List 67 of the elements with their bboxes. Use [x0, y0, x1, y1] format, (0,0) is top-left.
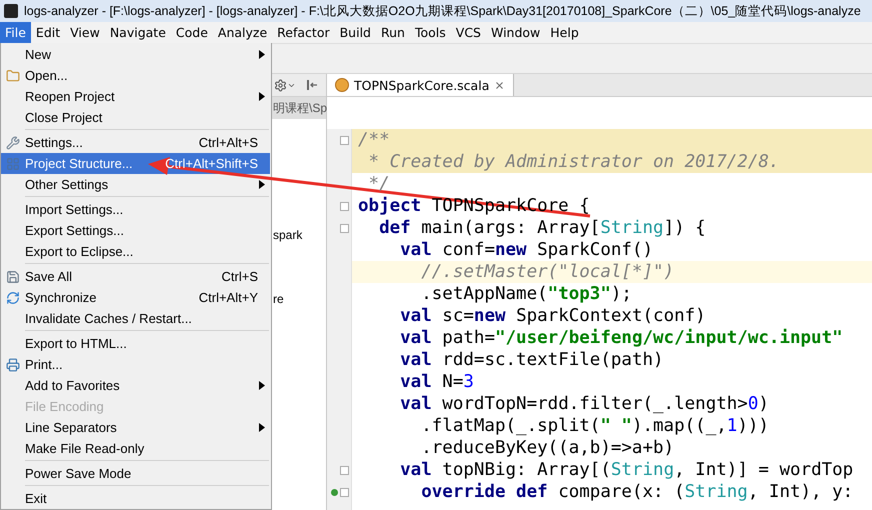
menu-item[interactable]: Export to Eclipse...	[1, 241, 270, 262]
code-line: */	[368, 174, 390, 194]
menu-item[interactable]: Settings... Ctrl+Alt+S	[1, 132, 270, 153]
code-line: val conf=new SparkConf()	[399, 240, 654, 260]
close-icon[interactable]	[494, 80, 506, 90]
menu-item[interactable]: Print...	[1, 354, 270, 375]
fold-icon[interactable]	[340, 224, 349, 232]
fold-icon[interactable]	[340, 488, 349, 496]
menu-title[interactable]: Help	[545, 22, 584, 43]
menu-item[interactable]: Power Save Mode	[1, 463, 270, 484]
wrench-icon	[6, 136, 20, 150]
menu-item[interactable]: Line Separators	[1, 417, 270, 438]
code-line: //.setMaster("local[*]")	[420, 262, 674, 282]
override-icon[interactable]	[331, 488, 338, 496]
scala-file-icon	[335, 78, 349, 92]
menu-title[interactable]: Build	[334, 22, 376, 43]
save-icon	[6, 270, 20, 284]
menu-item[interactable]: Open...	[1, 65, 270, 86]
menu-title[interactable]: Analyze	[212, 22, 272, 43]
menu-item[interactable]: Export to HTML...	[1, 333, 270, 354]
menu-title[interactable]: Edit	[30, 22, 66, 43]
menu-item[interactable]: Export Settings...	[1, 220, 270, 241]
menu-item[interactable]: Reopen Project	[1, 86, 270, 107]
menu-item[interactable]: Invalidate Caches / Restart...	[1, 308, 270, 329]
code-line: .setAppName("top3");	[420, 284, 632, 304]
code-line: val wordTopN=rdd.filter(_.length>0)	[399, 394, 769, 414]
menu-item[interactable]: Synchronize Ctrl+Alt+Y	[1, 287, 270, 308]
code-line: .flatMap(_.split(" ").map((_,1)))	[420, 416, 769, 436]
menu-title[interactable]: VCS	[450, 22, 486, 43]
menu-title[interactable]: Navigate	[104, 22, 171, 43]
fold-icon[interactable]	[340, 202, 349, 210]
code-line: * Created by Administrator on 2017/2/8.	[368, 152, 780, 172]
menu-title[interactable]: File	[0, 22, 31, 43]
sync-icon	[6, 290, 20, 304]
collapse-icon[interactable]	[306, 79, 318, 91]
menu-title[interactable]: View	[65, 22, 105, 43]
printer-icon	[6, 358, 20, 372]
menu-title[interactable]: Run	[376, 22, 410, 43]
menu-item[interactable]: Close Project	[1, 107, 270, 128]
menu-title[interactable]: Code	[170, 22, 213, 43]
menu-title[interactable]: Refactor	[272, 22, 335, 43]
fold-icon[interactable]	[340, 466, 349, 474]
menu-item[interactable]: Add to Favorites	[1, 375, 270, 396]
menu-item[interactable]: New	[1, 44, 270, 65]
menu-item[interactable]: Import Settings...	[1, 199, 270, 220]
code-line: def main(args: Array[String]) {	[378, 218, 706, 238]
menu-item[interactable]: Make File Read-only	[1, 438, 270, 459]
menu-item[interactable]: Exit	[1, 488, 270, 509]
code-line: val N=3	[399, 372, 474, 392]
menu-item[interactable]: Other Settings	[1, 174, 270, 195]
window-title: logs-analyzer - [F:\logs-analyzer] - [logs-analyzer] - F:\北风大数据O2O九期课程\Spark\Day31[20170108]_SparkCore（二）\05_随堂代码\logs-analyze	[24, 2, 861, 20]
fold-icon[interactable]	[340, 136, 349, 144]
app-icon	[4, 4, 18, 18]
menu-item[interactable]: Save All Ctrl+S	[1, 266, 270, 287]
grid-icon	[6, 156, 20, 170]
code-line: val path="/user/beifeng/wc/input/wc.input"	[399, 328, 843, 348]
settings-icon[interactable]	[274, 78, 296, 92]
code-line: .reduceByKey((a,b)=>a+b)	[420, 438, 674, 458]
code-line: override def compare(x: (String, Int), y:	[420, 482, 854, 502]
code-line: /**	[358, 130, 390, 150]
editor-tab[interactable]: TOPNSparkCore.scala	[327, 74, 514, 96]
code-line: val topNBig: Array[(String, Int)] = wordTop	[399, 460, 854, 480]
folder-icon	[6, 68, 20, 82]
menu-title[interactable]: Tools	[410, 22, 451, 43]
code-line: val sc=new SparkContext(conf)	[399, 306, 706, 326]
menu-title[interactable]: Window	[486, 22, 546, 43]
code-line: val rdd=sc.textFile(path)	[399, 350, 664, 370]
